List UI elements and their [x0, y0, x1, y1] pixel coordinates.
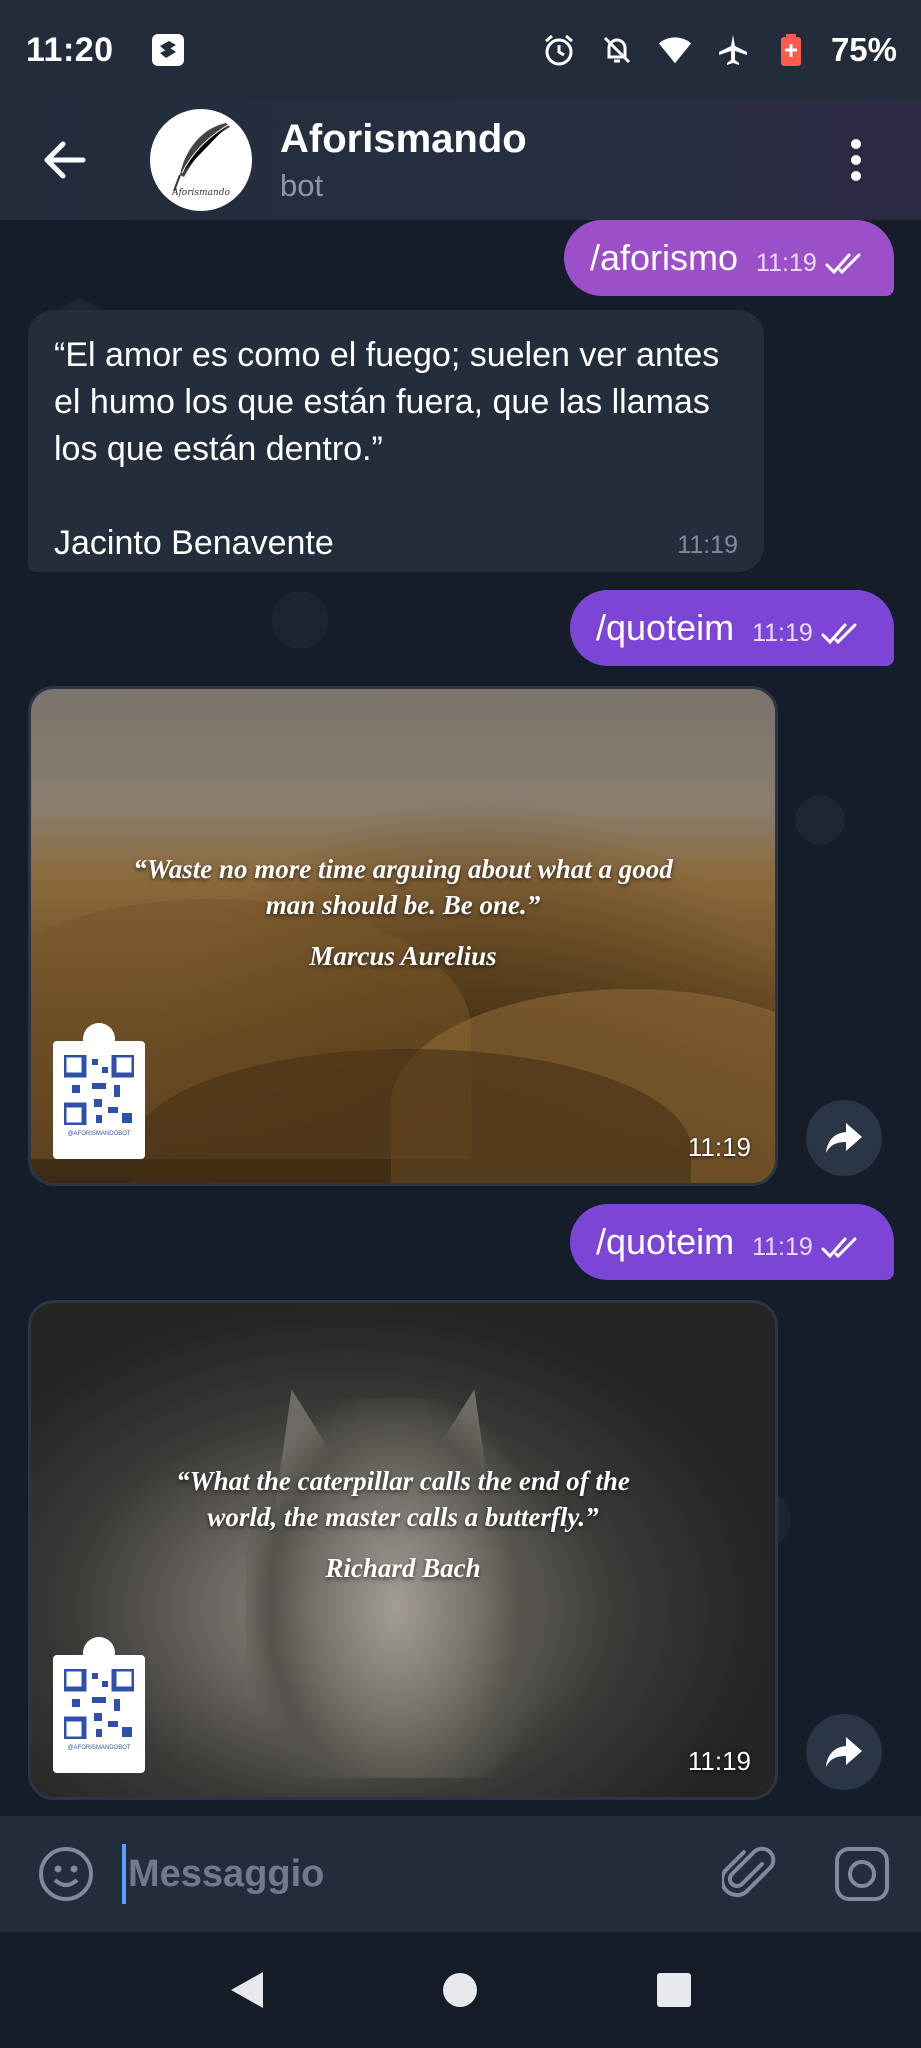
message-time: 11:19: [677, 531, 738, 559]
qr-code-card: @AFORISMANDOBOT: [53, 1023, 145, 1159]
qr-caption: @AFORISMANDOBOT: [67, 1745, 131, 1751]
quote-image[interactable]: “What the caterpillar calls the end of t…: [28, 1300, 778, 1800]
more-options-button[interactable]: [821, 125, 891, 195]
message-text: /quoteim: [596, 607, 735, 648]
message-time: 11:19: [687, 1132, 751, 1162]
status-bar: 11:20 75%: [0, 0, 921, 100]
emoji-button[interactable]: [36, 1844, 96, 1904]
wolf-head-shape: [246, 1398, 546, 1778]
alarm-icon: [541, 32, 577, 68]
mute-icon: [599, 32, 635, 68]
message-time: 11:19: [756, 248, 817, 277]
message-time: 11:19: [687, 1746, 751, 1776]
double-check-icon: [821, 1237, 857, 1259]
avatar[interactable]: Aforismando: [150, 109, 252, 211]
wifi-icon: [657, 32, 693, 68]
back-button[interactable]: [30, 125, 100, 195]
message-time: 11:19: [752, 618, 813, 647]
double-check-icon: [821, 623, 857, 645]
more-vert-icon: [851, 139, 861, 181]
forward-button[interactable]: [806, 1100, 882, 1176]
message-text: /quoteim: [596, 1221, 735, 1262]
svg-text:Aforismando: Aforismando: [171, 188, 230, 198]
system-nav-bar: [0, 1932, 921, 2048]
back-arrow-icon: [44, 141, 86, 179]
incoming-message[interactable]: “El amor es como el fuego; suelen ver an…: [28, 310, 764, 572]
message-composer: Messaggio: [0, 1816, 921, 1932]
message-text: /aforismo: [590, 237, 739, 278]
outgoing-message[interactable]: /aforismo 11:19: [564, 220, 894, 296]
quote-text: “Waste no more time arguing about what a…: [133, 854, 673, 920]
quote-text: “What the caterpillar calls the end of t…: [176, 1466, 630, 1532]
nav-recents-icon: [657, 1973, 692, 2007]
nav-home-button[interactable]: [430, 1960, 490, 2020]
chat-header: Aforismando Aforismando bot: [0, 100, 921, 220]
quote-overlay: “Waste no more time arguing about what a…: [31, 851, 775, 972]
quote-author: Marcus Aurelius: [309, 941, 497, 971]
attach-button[interactable]: [720, 1844, 780, 1904]
message-text: “El amor es como el fuego; suelen ver an…: [54, 336, 729, 468]
qr-tag-logo: [83, 1637, 115, 1669]
forward-arrow-icon: [826, 1123, 862, 1153]
forward-arrow-icon: [826, 1737, 862, 1767]
outgoing-message[interactable]: /quoteim 11:19: [570, 590, 894, 666]
quote-author: Richard Bach: [325, 1553, 481, 1583]
battery-percentage: 75%: [830, 31, 897, 68]
chat-subtitle: bot: [280, 167, 324, 203]
chat-messages[interactable]: /aforismo 11:19 “El amor es como el fueg…: [0, 220, 921, 1816]
status-time: 11:20: [26, 30, 114, 69]
qr-code-icon: [64, 1669, 134, 1739]
message-author: Jacinto Benavente: [54, 524, 334, 562]
qr-code-card: @AFORISMANDOBOT: [53, 1637, 145, 1773]
qr-code-icon: [64, 1055, 134, 1125]
chat-title[interactable]: Aforismando: [280, 117, 527, 162]
notification-icon: [150, 32, 186, 68]
nav-recents-button[interactable]: [644, 1960, 704, 2020]
camera-icon: [835, 1847, 889, 1901]
qr-caption: @AFORISMANDOBOT: [67, 1131, 131, 1137]
outgoing-message[interactable]: /quoteim 11:19: [570, 1204, 894, 1280]
battery-icon: [773, 32, 809, 68]
quote-overlay: “What the caterpillar calls the end of t…: [31, 1463, 775, 1584]
quote-image[interactable]: “Waste no more time arguing about what a…: [28, 686, 778, 1186]
feather-logo-icon: Aforismando: [171, 123, 230, 198]
message-input[interactable]: Messaggio: [122, 1844, 682, 1904]
emoji-icon: [39, 1847, 93, 1901]
nav-back-icon: [230, 1972, 263, 2008]
airplane-icon: [715, 32, 751, 68]
qr-tag-logo: [83, 1023, 115, 1055]
double-check-icon: [825, 253, 861, 275]
forward-button[interactable]: [806, 1714, 882, 1790]
nav-home-icon: [443, 1973, 478, 2007]
nav-back-button[interactable]: [217, 1960, 277, 2020]
camera-button[interactable]: [832, 1844, 892, 1904]
paperclip-icon: [722, 1846, 776, 1897]
message-time: 11:19: [752, 1232, 813, 1261]
